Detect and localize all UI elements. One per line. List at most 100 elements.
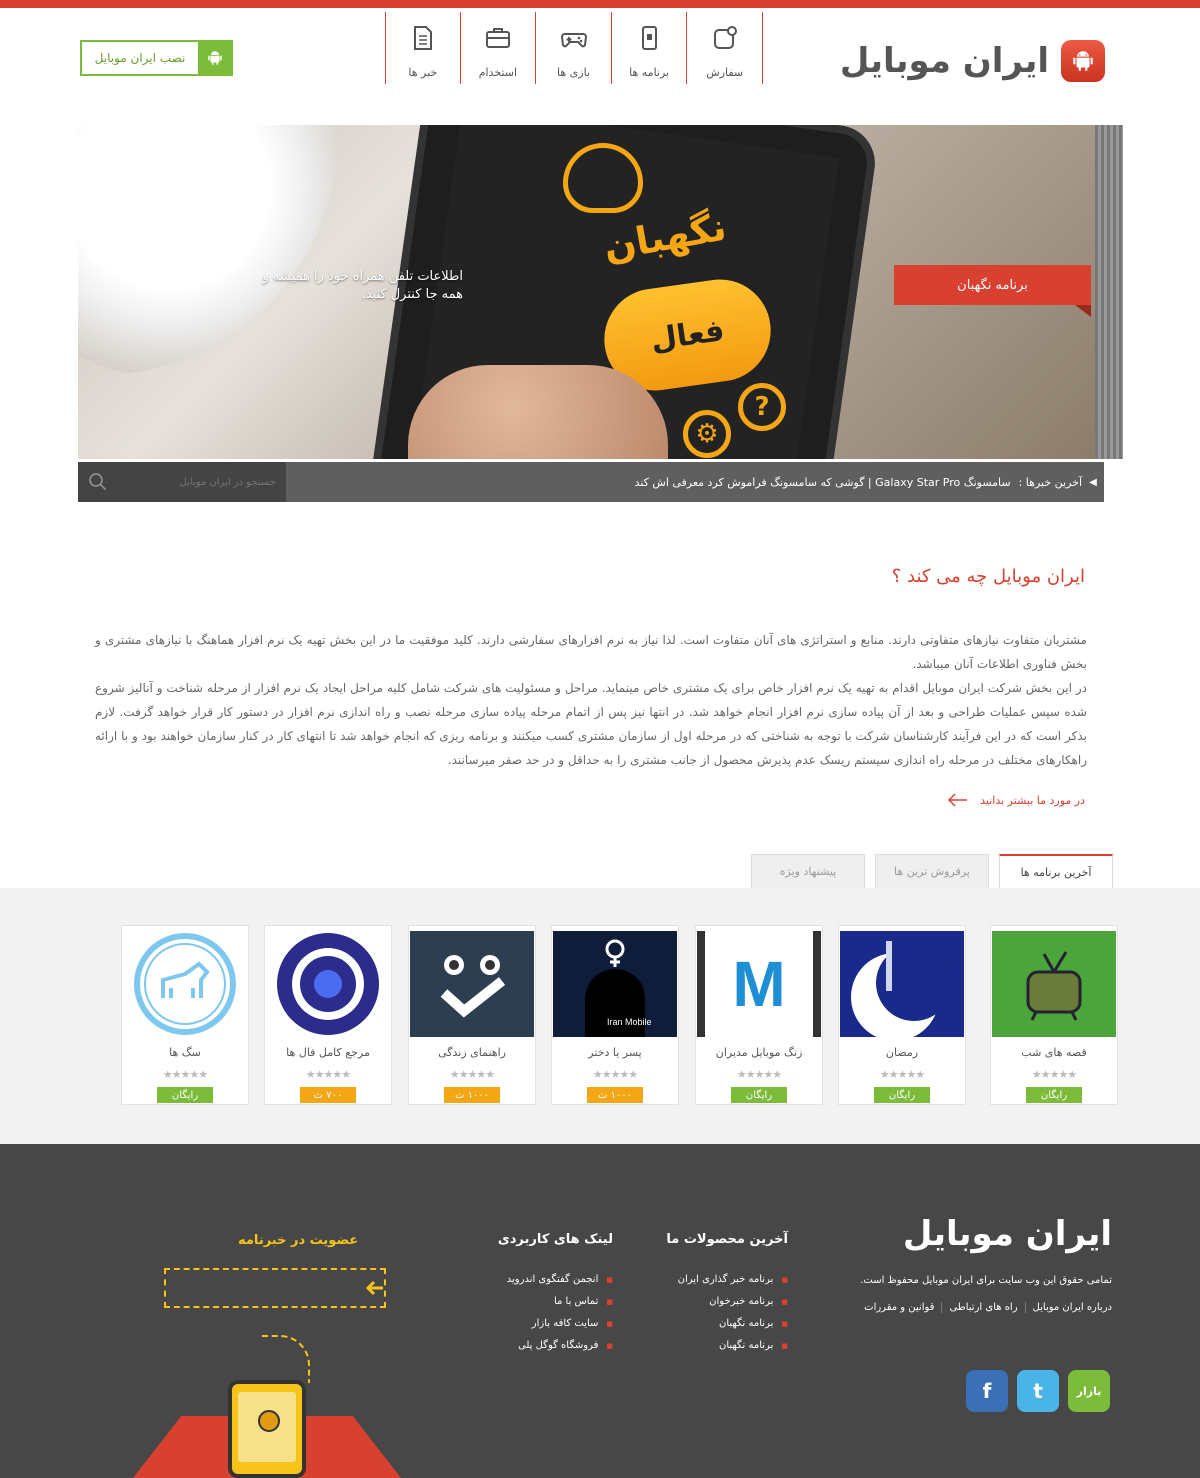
- footer-product-link[interactable]: برنامه خبر گذاری ایران: [666, 1269, 788, 1291]
- order-icon: [713, 26, 737, 49]
- newsletter-form: [164, 1268, 386, 1308]
- nav-item-news[interactable]: خبر ها: [385, 12, 461, 84]
- rating-stars: ★★★★★: [736, 1068, 782, 1081]
- footer-product-link[interactable]: برنامه خبرخوان: [666, 1291, 788, 1313]
- checkmark-eyes-icon: [440, 955, 506, 1018]
- app-thumbnail: [410, 931, 534, 1037]
- guard-icon: [563, 143, 643, 213]
- app-name: راهنمای زندگی: [438, 1046, 506, 1059]
- footer-copyright: تمامی حقوق این وب سایت برای ایران موبایل…: [860, 1275, 1112, 1286]
- rating-stars: ★★★★★: [592, 1068, 638, 1081]
- android-icon: [1061, 40, 1105, 82]
- bazaar-icon[interactable]: بازار: [1068, 1370, 1110, 1412]
- footer-useful-link[interactable]: فروشگاه گوگل پلی: [498, 1335, 613, 1357]
- search-box: [78, 462, 286, 502]
- app-card[interactable]: مرجع کامل فال ها ★★★★★ ۷۰۰ ت: [264, 925, 392, 1105]
- arrow-left-icon: [948, 793, 968, 807]
- app-name: پسر یا دختر: [588, 1046, 642, 1059]
- news-ticker: ◀ آخرین خبرها : سامسونگ Galaxy Star Pro …: [78, 462, 1104, 502]
- slide-caption: اطلاعات تلفن همراه خود را همیشه و همه جا…: [262, 269, 463, 302]
- android-icon: [198, 42, 231, 74]
- app-name: سگ ها: [169, 1046, 201, 1059]
- about-paragraph: مشتریان متفاوت نیازهای متفاوتی دارند. من…: [95, 633, 1087, 671]
- ticker-news-link[interactable]: سامسونگ Galaxy Star Pro | گوشی که سامسون…: [286, 476, 1011, 489]
- about-paragraph: در این بخش شرکت ایران موبایل اقدام به ته…: [95, 681, 1087, 767]
- app-thumbnail: [992, 931, 1116, 1037]
- app-name: قصه های شب: [1021, 1046, 1087, 1059]
- app-card[interactable]: راهنمای زندگی ★★★★★ ۱۰۰۰ ت: [408, 925, 536, 1105]
- footer-useful-links: لینک های کاربردی انجمن گفتگوی اندروید تم…: [498, 1232, 613, 1357]
- nav-label: سفارش: [706, 66, 744, 79]
- tab-special[interactable]: پیشنهاد ویژه: [751, 854, 865, 888]
- help-icon: ?: [738, 383, 786, 431]
- footer-useful-link[interactable]: انجمن گفتگوی اندروید: [498, 1269, 613, 1291]
- apps-icon: [642, 26, 658, 50]
- tab-latest[interactable]: آخرین برنامه ها: [999, 854, 1113, 888]
- app-card[interactable]: Iran Mobile پسر یا دختر ★★★★★ ۱۰۰۰ ت: [551, 925, 679, 1105]
- footer-useful-link[interactable]: تماس با ما: [498, 1291, 613, 1313]
- newsletter-title: عضویت در خبرنامه: [238, 1233, 359, 1248]
- twitter-icon[interactable]: t: [1017, 1370, 1059, 1412]
- app-thumbnail: [266, 931, 390, 1037]
- footer-useful-title: لینک های کاربردی: [497, 1232, 613, 1247]
- nav-item-jobs[interactable]: استخدام: [461, 12, 537, 84]
- facebook-icon[interactable]: f: [966, 1370, 1008, 1412]
- zodiac-wheel-icon: [277, 933, 379, 1035]
- tv-icon: [1026, 951, 1082, 1021]
- coin-phone-illustration: [228, 1380, 306, 1478]
- footer-logo[interactable]: ایران موبایل: [903, 1214, 1113, 1254]
- slider-dot[interactable]: [181, 278, 189, 286]
- site-logo[interactable]: ایران موبایل: [840, 40, 1105, 82]
- app-card[interactable]: M زنگ موبایل مدیران ★★★★★ رایگان: [695, 925, 823, 1105]
- hero-slider[interactable]: نگهبان فعال ⚙ ? اطلاعات تلفن همراه خود ر…: [78, 125, 1123, 459]
- footer-products-title: آخرین محصولات ما: [666, 1232, 788, 1247]
- footer-product-link[interactable]: برنامه نگهبان: [666, 1313, 788, 1335]
- slider-dot[interactable]: [193, 278, 201, 286]
- app-price[interactable]: ۱۰۰۰ ت: [587, 1087, 643, 1103]
- footer-link[interactable]: راه های ارتباطی: [941, 1302, 1024, 1313]
- crescent-moon-icon: [851, 941, 952, 1037]
- nav-label: خبر ها: [408, 66, 438, 79]
- slider-edge: [1095, 125, 1123, 459]
- app-card[interactable]: رمضان ★★★★★ رایگان: [838, 925, 966, 1105]
- ribbon-fold: [1075, 305, 1091, 317]
- footer-link[interactable]: درباره ایران موبایل: [1024, 1302, 1112, 1313]
- search-icon[interactable]: [88, 472, 108, 492]
- app-tabs: آخرین برنامه ها پرفروش ترین ها پیشنهاد و…: [750, 854, 1113, 888]
- app-thumbnail: [123, 931, 247, 1037]
- rating-stars: ★★★★★: [1031, 1068, 1077, 1081]
- rating-stars: ★★★★★: [162, 1068, 208, 1081]
- app-logo-letter: M: [732, 948, 786, 1020]
- app-card[interactable]: سگ ها ★★★★★ رایگان: [121, 925, 249, 1105]
- app-price[interactable]: رایگان: [157, 1087, 213, 1103]
- app-price[interactable]: ۱۰۰۰ ت: [444, 1087, 500, 1103]
- app-thumbnail: M: [697, 931, 821, 1037]
- search-input[interactable]: [108, 476, 276, 488]
- footer-product-link[interactable]: برنامه نگهبان: [666, 1335, 788, 1357]
- nav-item-apps[interactable]: برنامه ها: [612, 12, 688, 84]
- about-title: ایران موبایل چه می کند ؟: [891, 566, 1085, 587]
- install-app-button[interactable]: نصب ایران موبایل: [80, 40, 233, 76]
- slide-ribbon[interactable]: برنامه نگهبان: [894, 265, 1091, 305]
- ticker-arrow-icon[interactable]: ◀: [1082, 477, 1104, 488]
- nav-item-games[interactable]: بازی ها: [536, 12, 612, 84]
- coffee-cup-image: [78, 125, 338, 375]
- footer-link[interactable]: قوانین و مقررات: [857, 1302, 941, 1313]
- app-price[interactable]: ۷۰۰ ت: [300, 1087, 356, 1103]
- app-price[interactable]: رایگان: [731, 1087, 787, 1103]
- footer-useful-link[interactable]: سایت کافه بازار: [498, 1313, 613, 1335]
- slider-dots[interactable]: [181, 278, 201, 286]
- tab-bestsellers[interactable]: پرفروش ترین ها: [875, 854, 989, 888]
- app-thumb-caption: Iran Mobile: [607, 1017, 652, 1027]
- newsletter-email-input[interactable]: [200, 1278, 378, 1298]
- app-name: رمضان: [885, 1046, 919, 1059]
- app-price[interactable]: رایگان: [874, 1087, 930, 1103]
- app-card[interactable]: قصه های شب ★★★★★ رایگان: [990, 925, 1118, 1105]
- app-name: زنگ موبایل مدیران: [715, 1046, 803, 1059]
- document-icon: [413, 26, 432, 50]
- about-more-link[interactable]: در مورد ما بیشتر بدانید: [948, 793, 1085, 807]
- app-price[interactable]: رایگان: [1026, 1087, 1082, 1103]
- coins-icon: [258, 1410, 280, 1432]
- nav-label: بازی ها: [557, 66, 591, 79]
- nav-item-order[interactable]: سفارش: [687, 12, 763, 84]
